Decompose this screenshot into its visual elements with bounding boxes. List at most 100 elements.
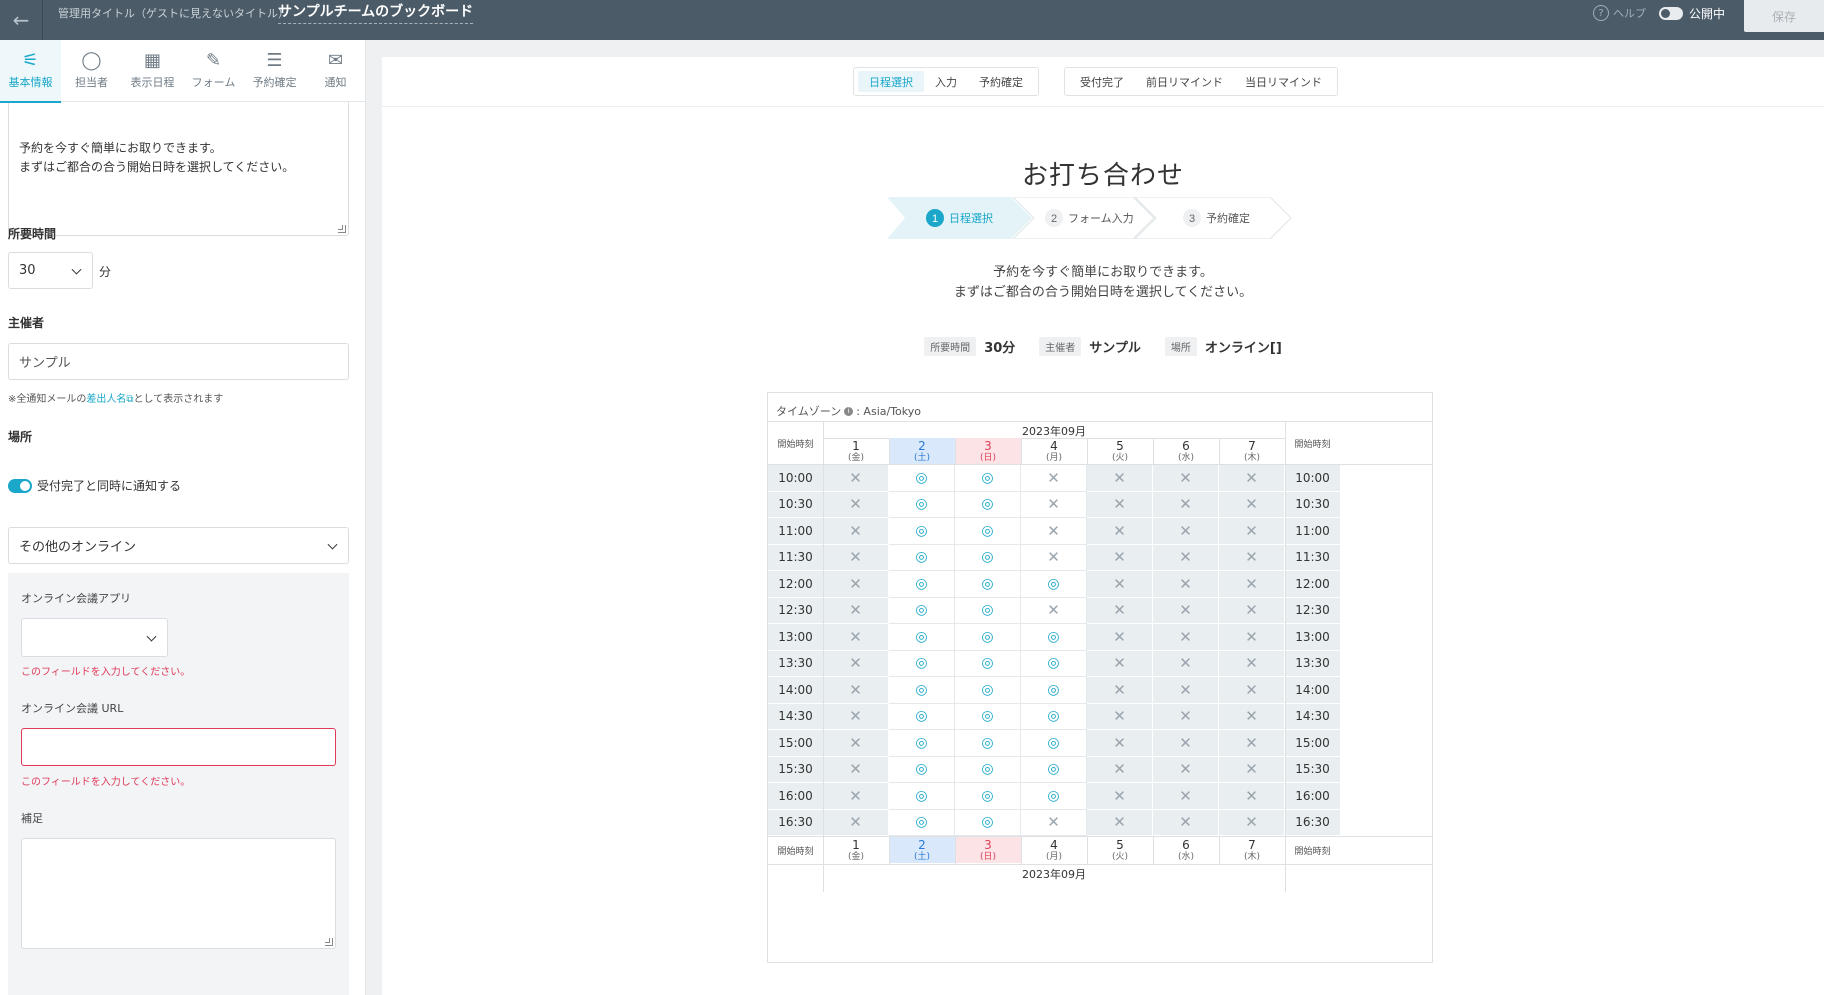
available-slot[interactable]: ◎ — [955, 809, 1021, 836]
publish-toggle[interactable]: 公開中 — [1659, 5, 1725, 22]
description-textarea[interactable]: 予約を今すぐ簡単にお取りできます。 まずはご都合の合う開始日時を選択してください… — [8, 100, 349, 236]
available-slot[interactable]: ◎ — [955, 518, 1021, 545]
available-slot[interactable]: ◎ — [889, 650, 955, 677]
day-header[interactable]: 4 (月) — [1021, 438, 1087, 464]
available-slot[interactable]: ◎ — [1021, 624, 1087, 651]
available-slot[interactable]: ◎ — [889, 783, 955, 810]
resize-handle-icon[interactable] — [325, 938, 333, 946]
grid-line — [1153, 438, 1154, 465]
time-label: 10:30 — [768, 491, 823, 518]
day-header[interactable]: 7 (木) — [1219, 837, 1285, 863]
tab-notify[interactable]: ✉ 通知 — [305, 40, 365, 102]
unavailable-slot: ✕ — [1219, 518, 1285, 545]
weekday-label: (日) — [979, 453, 997, 463]
time-label: 11:30 — [1285, 544, 1340, 571]
tab-confirm[interactable]: ☰ 予約確定 — [244, 40, 305, 102]
online-app-select[interactable] — [21, 618, 168, 657]
day-header[interactable]: 5 (火) — [1087, 837, 1153, 863]
day-header[interactable]: 3 (日) — [955, 438, 1021, 464]
available-slot[interactable]: ◎ — [889, 544, 955, 571]
available-slot[interactable]: ◎ — [955, 544, 1021, 571]
help-link[interactable]: ? ヘルプ — [1593, 5, 1646, 21]
available-slot[interactable]: ◎ — [889, 518, 955, 545]
arrow-left-icon[interactable]: ← — [0, 0, 42, 40]
available-slot[interactable]: ◎ — [889, 571, 955, 598]
nav-input[interactable]: 入力 — [924, 71, 968, 92]
day-header[interactable]: 7 (木) — [1219, 438, 1285, 464]
grid-line — [1285, 421, 1286, 892]
available-slot[interactable]: ◎ — [955, 597, 1021, 624]
nav-date-select[interactable]: 日程選択 — [858, 71, 924, 92]
nav-confirm[interactable]: 予約確定 — [968, 71, 1034, 92]
nav-accepted[interactable]: 受付完了 — [1069, 71, 1135, 92]
available-slot[interactable]: ◎ — [955, 571, 1021, 598]
available-slot[interactable]: ◎ — [889, 491, 955, 518]
location-type-select[interactable]: その他のオンライン — [8, 527, 349, 564]
available-slot[interactable]: ◎ — [889, 809, 955, 836]
day-header[interactable]: 2 (土) — [889, 837, 955, 863]
start-time-header: 開始時刻 — [777, 846, 814, 857]
available-slot[interactable]: ◎ — [889, 677, 955, 704]
available-slot[interactable]: ◎ — [1021, 677, 1087, 704]
available-slot[interactable]: ◎ — [889, 756, 955, 783]
resize-handle-icon[interactable] — [338, 225, 346, 233]
notify-toggle[interactable] — [8, 478, 32, 493]
save-button[interactable]: 保存 — [1744, 0, 1824, 32]
step-1-number: 1 — [932, 213, 938, 225]
day-header[interactable]: 1 (金) — [823, 837, 889, 863]
day-header[interactable]: 6 (水) — [1153, 837, 1219, 863]
day-header[interactable]: 6 (水) — [1153, 438, 1219, 464]
available-slot[interactable]: ◎ — [1021, 730, 1087, 757]
grid-line — [1021, 438, 1022, 465]
unavailable-slot: ✕ — [1153, 703, 1219, 730]
available-slot[interactable]: ◎ — [955, 756, 1021, 783]
day-number: 1 — [852, 439, 860, 453]
available-slot[interactable]: ◎ — [889, 465, 955, 492]
unavailable-slot: ✕ — [1153, 730, 1219, 757]
available-slot[interactable]: ◎ — [955, 783, 1021, 810]
available-slot[interactable]: ◎ — [955, 491, 1021, 518]
organizer-input[interactable]: サンプル — [8, 343, 349, 380]
available-slot[interactable]: ◎ — [955, 703, 1021, 730]
sender-name-link[interactable]: 差出人名 — [86, 394, 126, 405]
tab-staff[interactable]: ◯ 担当者 — [61, 40, 122, 102]
available-slot[interactable]: ◎ — [889, 703, 955, 730]
tab-schedule[interactable]: ▦ 表示日程 — [122, 40, 183, 102]
day-header[interactable]: 4 (月) — [1021, 837, 1087, 863]
available-slot[interactable]: ◎ — [955, 677, 1021, 704]
day-header[interactable]: 1 (金) — [823, 438, 889, 464]
info-icon[interactable]: i — [844, 406, 854, 416]
online-url-input[interactable] — [21, 728, 336, 766]
day-header[interactable]: 5 (火) — [1087, 438, 1153, 464]
settings-sidebar: ⚟ 基本情報 ◯ 担当者 ▦ 表示日程 ✎ フォーム ☰ 予約確定 ✉ 通知 予… — [0, 40, 366, 995]
nav-same-day-reminder[interactable]: 当日リマインド — [1234, 71, 1333, 92]
month-label: 2023年09月 — [1022, 868, 1086, 881]
available-slot[interactable]: ◎ — [955, 624, 1021, 651]
available-slot[interactable]: ◎ — [955, 730, 1021, 757]
tab-form[interactable]: ✎ フォーム — [183, 40, 244, 102]
available-slot[interactable]: ◎ — [1021, 783, 1087, 810]
available-slot[interactable]: ◎ — [955, 465, 1021, 492]
supplement-textarea[interactable] — [21, 838, 336, 949]
available-slot[interactable]: ◎ — [1021, 756, 1087, 783]
online-settings-panel: オンライン会議アプリ このフィールドを入力してください。 オンライン会議 URL… — [8, 573, 349, 995]
duration-select[interactable]: 30 — [8, 252, 93, 289]
unavailable-slot: ✕ — [1219, 491, 1285, 518]
available-slot[interactable]: ◎ — [1021, 650, 1087, 677]
available-slot[interactable]: ◎ — [889, 597, 955, 624]
grid-line — [889, 836, 890, 864]
day-header[interactable]: 2 (土) — [889, 438, 955, 464]
available-slot[interactable]: ◎ — [889, 730, 955, 757]
nav-day-before-reminder[interactable]: 前日リマインド — [1135, 71, 1234, 92]
day-header[interactable]: 3 (日) — [955, 837, 1021, 863]
tab-basic-info[interactable]: ⚟ 基本情報 — [0, 40, 61, 103]
time-label: 11:00 — [768, 518, 823, 545]
day-number: 7 — [1248, 838, 1256, 852]
board-title[interactable]: サンプルチームのブックボード — [278, 3, 474, 24]
available-slot[interactable]: ◎ — [1021, 703, 1087, 730]
available-slot[interactable]: ◎ — [1021, 571, 1087, 598]
toggle-switch-icon[interactable] — [1659, 7, 1683, 20]
available-slot[interactable]: ◎ — [955, 650, 1021, 677]
timezone-row: タイムゾーン i : Asia/Tokyo — [776, 403, 921, 419]
available-slot[interactable]: ◎ — [889, 624, 955, 651]
